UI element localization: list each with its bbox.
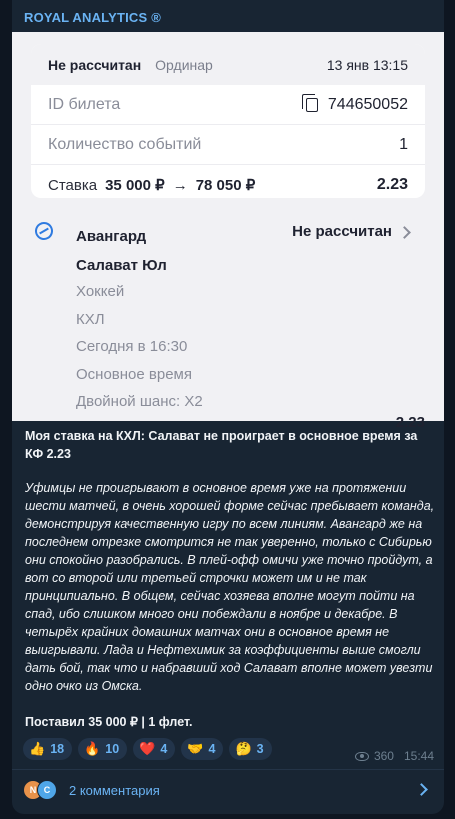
event-teams: Авангард Салават Юл: [76, 222, 167, 280]
event-time: Сегодня в 16:30: [76, 338, 188, 355]
events-count-label: Количество событий: [48, 135, 202, 153]
heart-icon: ❤️: [139, 741, 156, 756]
event-info: Хоккей КХЛ Сегодня в 16:30 Основное врем…: [76, 278, 203, 416]
post-footer: Поставил 35 000 ₽ | 1 флет.: [25, 715, 193, 729]
thinking-face-icon: 🤔: [235, 741, 252, 756]
chevron-right-icon: [415, 783, 428, 796]
ticket-card: Не рассчитан Ординар 13 янв 13:15 ID бил…: [31, 44, 425, 198]
event-league: КХЛ: [76, 310, 105, 328]
channel-message: ROYAL ANALYTICS ® Не рассчитан Ординар 1…: [12, 0, 444, 814]
avatar: C: [37, 780, 57, 800]
comments-button[interactable]: N C 2 комментария: [12, 769, 444, 810]
team-home: Авангард: [76, 228, 147, 245]
event-status: Не рассчитан: [292, 222, 411, 242]
channel-name[interactable]: ROYAL ANALYTICS ®: [24, 10, 161, 25]
chevron-right-icon: [398, 225, 411, 239]
reaction-count: 10: [105, 742, 120, 756]
reactions-bar: 👍 18 🔥 10 ❤️ 4 🤝 4 🤔 3: [23, 738, 272, 760]
message-text: Моя ставка на КХЛ: Салават не проиграет …: [25, 427, 435, 731]
event-period: Основное время: [76, 365, 192, 383]
reaction-fire[interactable]: 🔥 10: [78, 738, 128, 760]
team-away: Салават Юл: [76, 257, 167, 274]
comments-label: 2 комментария: [69, 782, 160, 798]
events-count-row: Количество событий 1: [31, 125, 425, 165]
stake-coef: 2.23: [376, 176, 408, 193]
stake-label: Ставка: [48, 176, 98, 194]
reaction-count: 18: [50, 742, 65, 756]
event-sport: Хоккей: [76, 283, 125, 300]
post-title: Моя ставка на КХЛ: Салават не проиграет …: [25, 429, 418, 461]
ticket-id-row: ID билета 744650052: [31, 85, 425, 125]
eye-icon: [354, 751, 369, 761]
handshake-icon: 🤝: [187, 741, 204, 756]
ticket-status: Не рассчитан: [48, 56, 142, 73]
ticket-type: Ординар: [155, 56, 213, 73]
hockey-puck-icon: [31, 218, 57, 244]
arrow-right-icon: →: [172, 176, 188, 194]
stake-payout: 78 050 ₽: [195, 177, 256, 194]
fire-icon: 🔥: [84, 741, 101, 756]
post-body: Уфимцы не проигрывают в основное время у…: [25, 481, 435, 693]
event-market: Двойной шанс: X2: [76, 393, 203, 410]
views-count: 360: [373, 749, 394, 763]
event-status-label: Не рассчитан: [292, 223, 392, 240]
copy-icon: [301, 93, 318, 112]
reaction-thumbs-up[interactable]: 👍 18: [23, 738, 73, 760]
ticket-id-value: 744650052: [327, 95, 408, 113]
message-time: 15:44: [403, 749, 434, 763]
reaction-count: 4: [160, 742, 168, 756]
reaction-thinking[interactable]: 🤔 3: [229, 738, 272, 760]
reaction-handshake[interactable]: 🤝 4: [181, 738, 224, 760]
reaction-count: 4: [208, 742, 216, 756]
reaction-heart[interactable]: ❤️ 4: [133, 738, 176, 760]
thumbs-up-icon: 👍: [29, 741, 46, 756]
ticket-id-label: ID билета: [48, 95, 121, 113]
stake-row: Ставка 35 000 ₽ → 78 050 ₽ 2.23: [31, 165, 425, 198]
events-count-value: 1: [399, 135, 408, 153]
message-meta: 360 15:44: [354, 749, 434, 763]
ticket-datetime: 13 янв 13:15: [326, 56, 408, 73]
bet-ticket-image: Не рассчитан Ординар 13 янв 13:15 ID бил…: [12, 32, 444, 431]
stake-amount: 35 000 ₽: [105, 177, 165, 194]
reaction-count: 3: [256, 742, 264, 756]
ticket-header: Не рассчитан Ординар 13 янв 13:15: [31, 44, 425, 85]
